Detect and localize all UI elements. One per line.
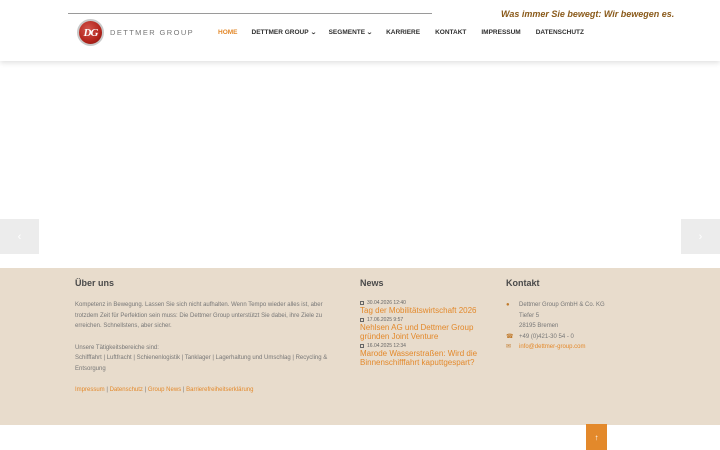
news-heading: News	[360, 278, 384, 288]
header-divider	[68, 13, 432, 14]
calendar-icon	[360, 317, 364, 322]
nav-item-home[interactable]: HOME	[218, 29, 238, 36]
slider-prev-button[interactable]: ‹	[0, 219, 39, 254]
email-link[interactable]: info@dettmer-group.com	[519, 342, 585, 353]
nav-item-label: KARRIERE	[386, 29, 421, 36]
about-paragraph: Kompetenz in Bewegung. Lassen Sie sich n…	[75, 302, 323, 329]
bottom-strip	[0, 425, 720, 450]
footer-link-datenschutz[interactable]: Datenschutz	[110, 387, 143, 393]
news-item: 17.06.2025 9:57 Nehlsen AG und Dettmer G…	[360, 317, 490, 342]
areas-intro: Unsere Tätigkeitsbereiche sind:	[75, 344, 159, 351]
nav-item-datenschutz[interactable]: DATENSCHUTZ	[536, 29, 584, 36]
nav-item-segmente[interactable]: SEGMENTE ⌄	[329, 29, 373, 36]
site-footer: Über uns Kompetenz in Bewegung. Lassen S…	[0, 268, 720, 425]
chevron-down-icon: ⌄	[309, 30, 317, 36]
news-date-text: 17.06.2025 9:57	[367, 316, 404, 323]
main-nav: HOME DETTMER GROUP ⌄ SEGMENTE ⌄ KARRIERE…	[218, 29, 584, 36]
address-line: Tiefer 5	[519, 312, 540, 319]
phone-number[interactable]: +49 (0)421-30 54 - 0	[519, 332, 574, 343]
areas-list: Schifffahrt | Luftfracht | Schienenlogis…	[75, 355, 328, 372]
contact-address: ● Dettmer Group GmbH & Co. KG Tiefer 5 2…	[506, 300, 636, 332]
logo-mark: DG	[77, 19, 104, 46]
envelope-icon: ✉	[506, 344, 512, 350]
header-slogan: Was immer Sie bewegt: Wir bewegen es.	[501, 9, 675, 19]
footer-news: News 30.04.2026 12:40 Tag der Mobilitäts…	[360, 278, 490, 369]
footer-link-impressum[interactable]: Impressum	[75, 387, 105, 393]
footer-link-barrierefreiheit[interactable]: Barrierefreiheitserklärung	[186, 387, 253, 393]
chevron-down-icon: ⌄	[366, 30, 373, 36]
news-title-link[interactable]: Marode Wasserstraßen: Wird die Binnensch…	[360, 349, 490, 368]
nav-item-karriere[interactable]: KARRIERE	[386, 29, 420, 36]
news-date-text: 16.04.2025 12:34	[367, 342, 406, 349]
logo-text: DETTMER GROUP	[110, 28, 195, 37]
map-marker-icon: ●	[506, 302, 510, 308]
slider-next-button[interactable]: ›	[681, 219, 720, 254]
nav-item-label: IMPRESSUM	[481, 29, 521, 36]
footer-link-group-news[interactable]: Group News	[148, 387, 181, 393]
calendar-icon	[360, 301, 364, 305]
footer-links: Impressum | Datenschutz | Group News | B…	[75, 385, 345, 396]
news-item: 16.04.2025 12:34 Marode Wasserstraßen: W…	[360, 343, 490, 368]
phone-icon: ☎	[506, 333, 514, 340]
address-line: 28195 Bremen	[519, 323, 559, 329]
contact-phone: ☎ +49 (0)421-30 54 - 0	[506, 332, 636, 343]
news-item: 30.04.2026 12:40 Tag der Mobilitätswirts…	[360, 300, 490, 316]
back-to-top-button[interactable]: ↑	[586, 424, 607, 450]
nav-item-impressum[interactable]: IMPRESSUM	[481, 29, 520, 36]
nav-item-label: SEGMENTE	[328, 29, 366, 36]
news-title-link[interactable]: Tag der Mobilitätswirtschaft 2026	[360, 306, 490, 316]
about-heading: Über uns	[75, 278, 115, 288]
nav-item-label: KONTAKT	[435, 29, 467, 36]
chevron-left-icon: ‹	[17, 230, 22, 243]
nav-item-kontakt[interactable]: KONTAKT	[435, 29, 466, 36]
nav-item-label: DATENSCHUTZ	[535, 29, 584, 36]
contact-email: ✉ info@dettmer-group.com	[506, 342, 636, 353]
nav-item-label: DETTMER GROUP	[251, 29, 309, 36]
logo[interactable]: DG DETTMER GROUP	[77, 19, 194, 46]
address-line: Dettmer Group GmbH & Co. KG	[519, 302, 605, 308]
hero-slider: ‹ ›	[0, 61, 720, 268]
footer-about: Über uns Kompetenz in Bewegung. Lassen S…	[75, 278, 345, 396]
site-header: Was immer Sie bewegt: Wir bewegen es. DG…	[0, 0, 720, 61]
nav-item-label: HOME	[218, 29, 238, 36]
contact-heading: Kontakt	[506, 278, 540, 288]
news-title-link[interactable]: Nehlsen AG und Dettmer Group gründen Joi…	[360, 323, 490, 342]
chevron-right-icon: ›	[698, 230, 703, 243]
footer-contact: Kontakt ● Dettmer Group GmbH & Co. KG Ti…	[506, 278, 636, 353]
nav-item-dettmer-group[interactable]: DETTMER GROUP ⌄	[251, 29, 317, 36]
arrow-up-icon: ↑	[594, 432, 599, 442]
calendar-icon	[360, 343, 364, 348]
